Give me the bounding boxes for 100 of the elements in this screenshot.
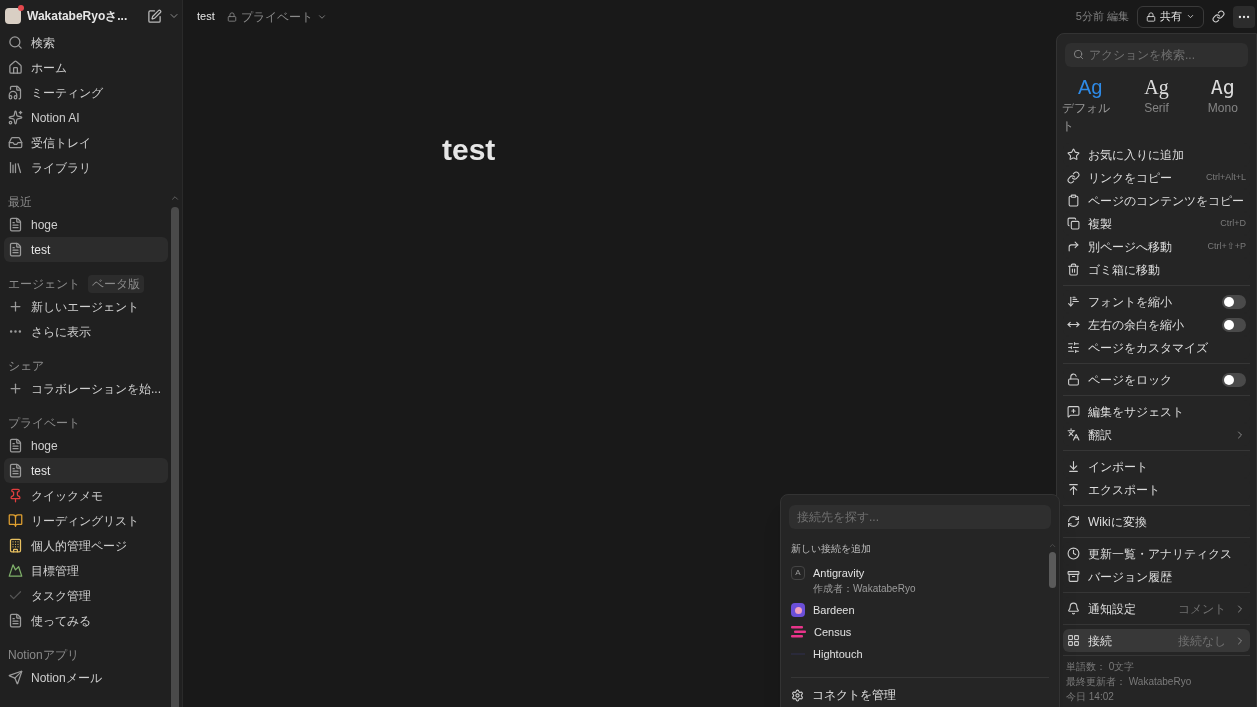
item-icon xyxy=(8,381,23,396)
toggle-switch[interactable] xyxy=(1222,294,1246,309)
sidebar-item[interactable]: 個人的管理ページ xyxy=(4,533,168,558)
menu-icon xyxy=(1067,634,1080,647)
menu-icon xyxy=(1067,240,1080,253)
toggle-switch[interactable] xyxy=(1222,372,1246,387)
more-button[interactable] xyxy=(1233,5,1255,28)
settings-icon xyxy=(791,688,804,702)
sidebar-item[interactable]: クイックメモ xyxy=(4,483,168,508)
nav-item[interactable]: ライブラリ xyxy=(4,155,168,180)
app-icon xyxy=(791,603,805,617)
item-icon xyxy=(8,463,23,478)
section-heading: プライベート xyxy=(8,415,80,432)
shortcut-label: Ctrl+⇧+P xyxy=(1207,239,1246,253)
manage-connections-item[interactable]: コネクトを管理 xyxy=(791,684,1049,706)
connection-item[interactable]: A Antigravity 作成者：WakatabeRyo xyxy=(791,562,1045,599)
item-icon xyxy=(8,85,23,100)
breadcrumb[interactable]: test xyxy=(197,8,215,25)
nav-item[interactable]: ミーティング xyxy=(4,80,168,105)
item-icon xyxy=(8,513,23,528)
link-icon[interactable] xyxy=(1212,10,1225,23)
menu-icon xyxy=(1067,217,1080,230)
author-text: 作成者：WakatabeRyo xyxy=(813,582,916,596)
share-button[interactable]: 共有 xyxy=(1137,5,1204,28)
item-icon xyxy=(8,670,23,685)
item-icon xyxy=(8,563,23,578)
menu-icon xyxy=(1067,483,1080,496)
sidebar-item[interactable]: 目標管理 xyxy=(4,558,168,583)
section-heading: 最近 xyxy=(8,194,32,211)
menu-icon xyxy=(1067,373,1080,386)
item-icon xyxy=(8,135,23,150)
menu-icon xyxy=(1067,171,1080,184)
letter-icon: A xyxy=(791,566,805,580)
menu-icon xyxy=(1067,515,1080,528)
lock-icon xyxy=(226,11,237,22)
sidebar-item[interactable]: さらに表示 xyxy=(4,319,168,344)
sidebar-item[interactable]: hoge xyxy=(4,212,168,237)
section-heading: Notionアプリ xyxy=(8,647,79,664)
connection-item[interactable]: Bardeen xyxy=(791,599,1045,621)
menu-icon xyxy=(1067,341,1080,354)
menu-icon xyxy=(1067,263,1080,276)
workspace-name[interactable]: WakatabeRyoさ... xyxy=(27,7,128,25)
font-option[interactable]: Ag デフォルト xyxy=(1062,75,1119,135)
sidebar-item[interactable]: Notionメール xyxy=(4,665,168,690)
sidebar-item[interactable]: 使ってみる xyxy=(4,608,168,633)
scrollbar[interactable] xyxy=(171,207,179,707)
nav-item[interactable]: 受信トレイ xyxy=(4,130,168,155)
connection-search-field[interactable]: 接続先を探す... xyxy=(789,505,1051,529)
page-info-text: 単語数： 0文字 xyxy=(1066,660,1136,674)
section-heading: 新しい接続を追加 xyxy=(791,542,872,556)
menu-icon xyxy=(1067,460,1080,473)
nav-item[interactable]: Notion AI xyxy=(4,105,168,130)
menu-icon xyxy=(1067,602,1080,615)
beta-badge: ベータ版 xyxy=(88,275,144,293)
toggle-switch[interactable] xyxy=(1222,317,1246,332)
menu-icon xyxy=(1067,570,1080,583)
item-icon xyxy=(8,110,23,125)
item-icon xyxy=(8,438,23,453)
page-info-text: 最終更新者： WakatabeRyo xyxy=(1066,675,1193,689)
search-icon xyxy=(1073,49,1084,60)
section-heading: エージェント xyxy=(8,276,80,293)
sidebar-item[interactable]: hoge xyxy=(4,433,168,458)
menu-icon xyxy=(1067,405,1080,418)
menu-icon xyxy=(1067,428,1080,441)
item-icon xyxy=(8,488,23,503)
sidebar-item[interactable]: リーディングリスト xyxy=(4,508,168,533)
menu-icon xyxy=(1067,148,1080,161)
shortcut-label: Ctrl+Alt+L xyxy=(1205,170,1246,184)
item-icon xyxy=(8,217,23,232)
sidebar-item[interactable]: 新しいエージェント xyxy=(4,294,168,319)
item-icon xyxy=(8,613,23,628)
visibility-label[interactable]: プライベート xyxy=(240,7,313,26)
section-heading: シェア xyxy=(8,358,44,375)
menu-value: コメント xyxy=(1178,600,1226,618)
item-icon xyxy=(8,299,23,314)
chevron-icon xyxy=(1186,12,1195,21)
menu-icon xyxy=(1067,547,1080,560)
lock-icon xyxy=(1146,11,1156,22)
item-icon xyxy=(8,538,23,553)
font-option[interactable]: Ag Serif xyxy=(1128,75,1185,135)
edited-time: 5分前 編集 xyxy=(1075,9,1129,25)
sidebar-item[interactable]: test xyxy=(4,458,168,483)
sidebar-item[interactable]: コラボレーションを始... xyxy=(4,376,168,401)
connection-item[interactable]: Census xyxy=(791,621,1045,643)
item-icon xyxy=(8,160,23,175)
font-option[interactable]: Ag Mono xyxy=(1194,75,1251,135)
item-icon xyxy=(8,35,23,50)
sidebar-item[interactable]: タスク管理 xyxy=(4,583,168,608)
nav-item[interactable]: ホーム xyxy=(4,55,168,80)
page-info-text: 今日 14:02 xyxy=(1066,690,1115,704)
stripes-icon xyxy=(791,625,806,639)
sidebar-item[interactable]: test xyxy=(4,237,168,262)
new-page-icon[interactable] xyxy=(147,8,163,24)
item-icon xyxy=(8,242,23,257)
menu-icon xyxy=(1067,295,1080,308)
avatar-icon[interactable] xyxy=(5,8,21,24)
nav-item[interactable]: 検索 xyxy=(4,30,168,55)
item-icon xyxy=(8,60,23,75)
connection-item[interactable]: Hightouch xyxy=(791,643,1045,665)
scrollbar[interactable] xyxy=(1048,552,1056,588)
